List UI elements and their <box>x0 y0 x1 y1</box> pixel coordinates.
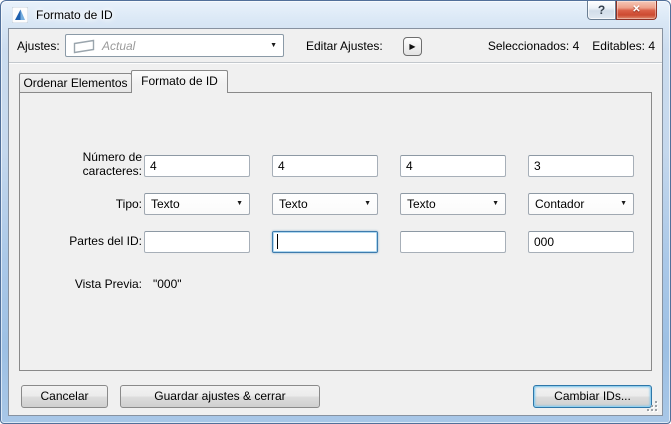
app-icon <box>11 6 29 24</box>
caracteres-input-1[interactable] <box>144 155 250 177</box>
tipo-value-3: Texto <box>407 197 436 211</box>
parte-id-input-3[interactable] <box>400 231 506 253</box>
tipo-dropdown-4[interactable]: Contador ▼ <box>528 193 634 215</box>
partes-del-id-label: Partes del ID: <box>69 234 142 248</box>
dropdown-arrow-icon: ▼ <box>236 200 243 207</box>
window-title: Formato de ID <box>36 8 113 22</box>
tipo-value-4: Contador <box>535 197 585 211</box>
help-icon[interactable]: ? <box>587 1 616 20</box>
preset-shape-icon <box>73 39 95 57</box>
parte-id-input-2[interactable] <box>272 231 378 253</box>
resize-grip[interactable] <box>646 400 658 412</box>
tipo-value-2: Texto <box>279 197 308 211</box>
editables-count: Editables: 4 <box>592 39 655 53</box>
dropdown-arrow-icon: ▼ <box>620 200 627 207</box>
dropdown-arrow-icon: ▼ <box>364 200 371 207</box>
titlebar[interactable]: Formato de ID ? ✕ <box>1 1 670 28</box>
tab-formato-de-id[interactable]: Formato de ID <box>131 70 228 93</box>
dropdown-arrow-icon: ▼ <box>270 41 277 49</box>
tipo-dropdown-3[interactable]: Texto ▼ <box>400 193 506 215</box>
change-ids-button[interactable]: Cambiar IDs... <box>533 385 652 408</box>
save-and-close-button[interactable]: Guardar ajustes & cerrar <box>120 385 320 408</box>
numero-caracteres-label: Número de caracteres: <box>82 150 142 178</box>
settings-bar: Ajustes: Actual ▼ Editar Ajustes: ▶ Sele… <box>9 29 662 63</box>
parte-id-input-4[interactable] <box>528 231 634 253</box>
tipo-dropdown-1[interactable]: Texto ▼ <box>144 193 250 215</box>
seleccionados-count: Seleccionados: 4 <box>487 39 580 53</box>
caracteres-input-2[interactable] <box>272 155 378 177</box>
dropdown-arrow-icon: ▼ <box>492 200 499 207</box>
caption-buttons: ? ✕ <box>587 1 657 20</box>
parte-id-input-1[interactable] <box>144 231 250 253</box>
tipo-value-1: Texto <box>151 197 180 211</box>
preset-dropdown[interactable]: Actual ▼ <box>65 34 284 57</box>
dialog-formato-de-id: Formato de ID ? ✕ Ajustes: Actual ▼ Edit… <box>0 0 671 424</box>
tipo-label: Tipo: <box>115 197 142 211</box>
vista-previa-label: Vista Previa: <box>74 277 142 291</box>
play-icon: ▶ <box>409 42 416 51</box>
caracteres-input-4[interactable] <box>528 155 634 177</box>
dialog-body: Ajustes: Actual ▼ Editar Ajustes: ▶ Sele… <box>8 28 663 416</box>
ajustes-label: Ajustes: <box>17 39 60 53</box>
editar-ajustes-label: Editar Ajustes: <box>306 39 383 53</box>
vista-previa-value: "000" <box>153 277 182 291</box>
editar-ajustes-menu-button[interactable]: ▶ <box>403 37 422 56</box>
caracteres-input-3[interactable] <box>400 155 506 177</box>
tipo-dropdown-2[interactable]: Texto ▼ <box>272 193 378 215</box>
tab-ordenar-elementos[interactable]: Ordenar Elementos <box>19 73 132 92</box>
formato-de-id-panel: Número de caracteres: Tipo: Partes del I… <box>19 92 652 371</box>
text-caret <box>277 234 278 249</box>
preset-value: Actual <box>102 39 136 53</box>
selection-counts: Seleccionados: 4 Editables: 4 <box>488 39 655 53</box>
cancel-button[interactable]: Cancelar <box>21 385 108 408</box>
close-icon[interactable]: ✕ <box>616 1 657 20</box>
